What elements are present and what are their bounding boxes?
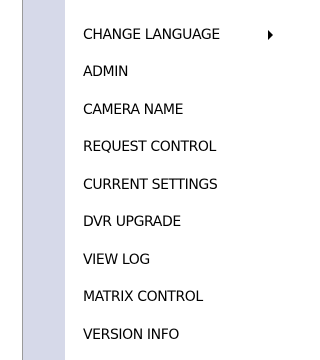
context-menu: CHANGE LANGUAGE ADMIN CAMERA NAME REQUES…: [22, 0, 288, 360]
menu-item-version-info[interactable]: VERSION INFO: [65, 316, 287, 354]
menu-item-request-control[interactable]: REQUEST CONTROL: [65, 129, 287, 167]
menu-item-camera-name[interactable]: CAMERA NAME: [65, 91, 287, 129]
menu-item-label: REQUEST CONTROL: [83, 139, 216, 156]
menu-item-label: CHANGE LANGUAGE: [83, 26, 220, 43]
menu-item-change-language[interactable]: CHANGE LANGUAGE: [65, 16, 287, 54]
menu-icon-gutter: [23, 0, 65, 360]
menu-item-current-settings[interactable]: CURRENT SETTINGS: [65, 166, 287, 204]
menu-item-label: CURRENT SETTINGS: [83, 176, 218, 193]
menu-item-label: ADMIN: [83, 64, 129, 81]
menu-item-dvr-upgrade[interactable]: DVR UPGRADE: [65, 204, 287, 242]
menu-items: CHANGE LANGUAGE ADMIN CAMERA NAME REQUES…: [65, 16, 287, 354]
menu-item-matrix-control[interactable]: MATRIX CONTROL: [65, 279, 287, 317]
menu-item-label: VIEW LOG: [83, 251, 150, 268]
menu-item-label: CAMERA NAME: [83, 101, 184, 118]
menu-item-admin[interactable]: ADMIN: [65, 54, 287, 92]
submenu-arrow-icon: [268, 29, 273, 40]
menu-item-label: DVR UPGRADE: [83, 214, 181, 231]
menu-item-label: VERSION INFO: [83, 326, 179, 343]
menu-item-view-log[interactable]: VIEW LOG: [65, 241, 287, 279]
menu-item-label: MATRIX CONTROL: [83, 289, 203, 306]
